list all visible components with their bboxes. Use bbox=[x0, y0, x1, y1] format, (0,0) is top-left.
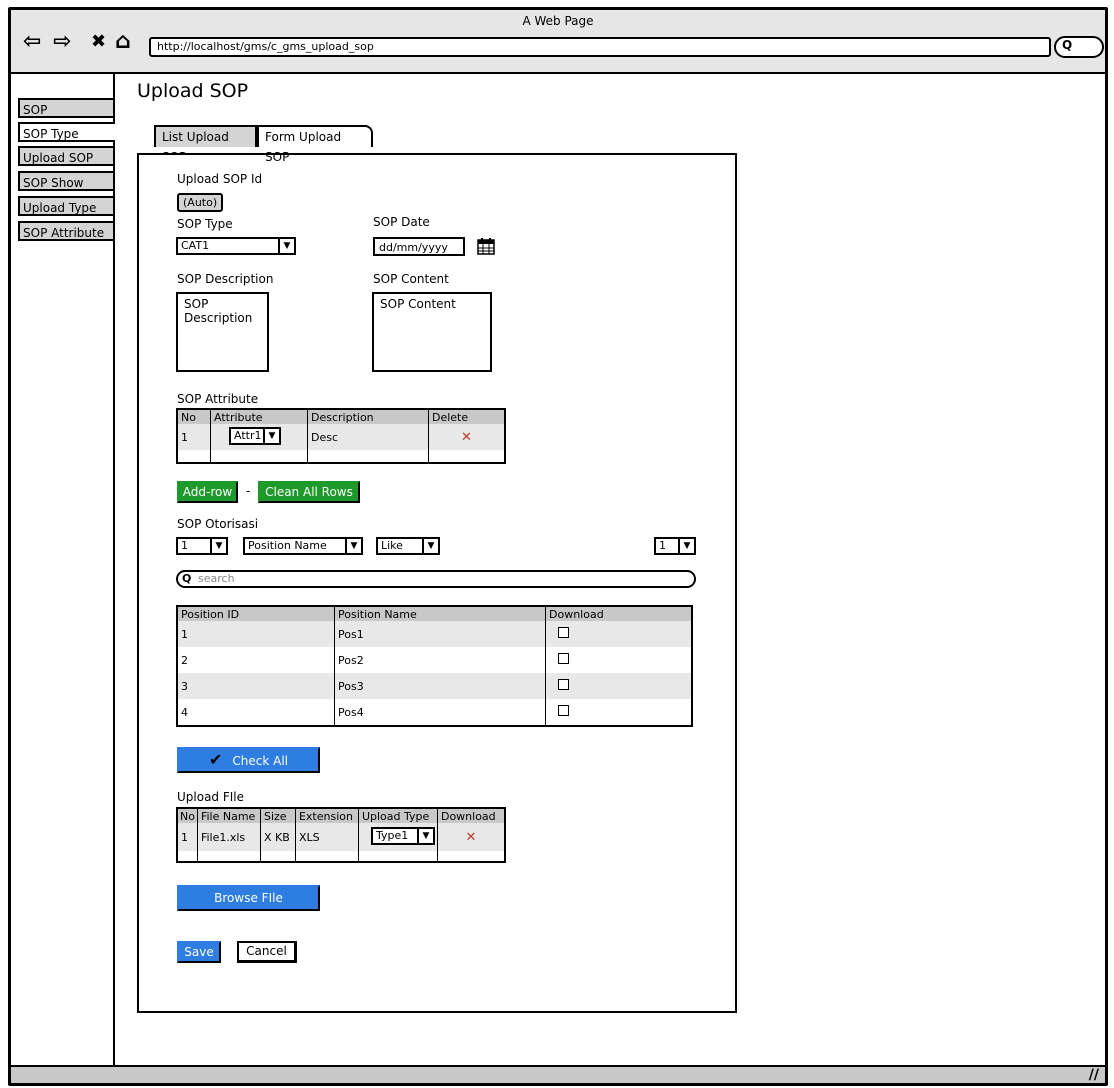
close-icon[interactable]: ✖ bbox=[91, 30, 106, 54]
page-select[interactable]: 1 ▼ bbox=[654, 537, 696, 555]
button-separator: - bbox=[246, 484, 251, 498]
sidebar-item-sop-type[interactable]: SOP Type bbox=[18, 122, 115, 142]
search-input[interactable]: Q search bbox=[176, 570, 696, 588]
column-header: No bbox=[177, 409, 211, 424]
page-content: SOP Categories SOP Type Upload SOP SOP S… bbox=[11, 74, 1105, 1067]
browse-file-button[interactable]: Browse FIle bbox=[177, 885, 320, 911]
check-all-button[interactable]: ✔ Check All bbox=[177, 747, 320, 773]
tab-form-upload-sop[interactable]: Form Upload SOP bbox=[257, 125, 373, 164]
otorisasi-filter-select[interactable]: 1 ▼ bbox=[176, 537, 228, 555]
chevron-down-icon: ▼ bbox=[345, 539, 361, 553]
browser-search[interactable]: Q bbox=[1054, 36, 1104, 58]
chevron-down-icon: ▼ bbox=[422, 539, 438, 553]
upload-sop-id-value: (Auto) bbox=[177, 193, 224, 212]
browser-window: A Web Page ⇦ ⇨ ✖ ⌂ http://localhost/gms/… bbox=[8, 7, 1108, 1086]
sidebar-item-upload-type[interactable]: Upload Type bbox=[18, 196, 113, 216]
table-row: 2 Pos2 bbox=[177, 647, 693, 673]
cancel-button[interactable]: Cancel bbox=[237, 941, 297, 963]
column-header: Download bbox=[545, 606, 693, 621]
add-row-button[interactable]: Add-row bbox=[177, 481, 238, 503]
sidebar-item-sop-categories[interactable]: SOP Categories bbox=[18, 98, 113, 137]
table-row: 1 File1.xls X KB XLS Type1 ▼ ✕ bbox=[177, 823, 506, 851]
table-row: 1 Pos1 bbox=[177, 621, 693, 647]
back-icon[interactable]: ⇦ bbox=[23, 30, 41, 54]
sidebar-divider bbox=[113, 74, 115, 1067]
save-button[interactable]: Save bbox=[177, 941, 221, 963]
column-header: Delete bbox=[428, 409, 506, 424]
delete-icon[interactable]: ✕ bbox=[461, 430, 472, 445]
column-header: Position Name bbox=[334, 606, 546, 621]
calendar-icon[interactable] bbox=[477, 237, 495, 255]
chevron-down-icon: ▼ bbox=[278, 239, 294, 253]
position-table: Position ID Position Name Download 1 Pos… bbox=[176, 605, 693, 727]
otorisasi-field-select[interactable]: Position Name ▼ bbox=[243, 537, 363, 555]
sop-attribute-label: SOP Attribute bbox=[177, 392, 259, 406]
column-header: Size bbox=[260, 808, 296, 823]
download-checkbox[interactable] bbox=[558, 679, 569, 690]
column-header: Description bbox=[307, 409, 429, 424]
resize-grip-icon[interactable]: // bbox=[1089, 1067, 1099, 1083]
sop-description-field[interactable]: SOP Description bbox=[176, 292, 269, 372]
column-header: Download bbox=[437, 808, 506, 823]
delete-icon[interactable]: ✕ bbox=[466, 830, 477, 845]
column-header: Upload Type bbox=[358, 808, 438, 823]
checkmark-icon: ✔ bbox=[208, 750, 223, 769]
upload-file-label: Upload FIle bbox=[177, 790, 245, 804]
sidebar-item-sop-attribute[interactable]: SOP Attribute bbox=[18, 221, 113, 241]
download-checkbox[interactable] bbox=[558, 705, 569, 716]
sop-content-field[interactable]: SOP Content bbox=[372, 292, 492, 372]
table-row: 4 Pos4 bbox=[177, 699, 693, 726]
download-checkbox[interactable] bbox=[558, 627, 569, 638]
home-icon[interactable]: ⌂ bbox=[115, 30, 131, 54]
column-header: Attribute bbox=[210, 409, 308, 424]
attribute-select[interactable]: Attr1 ▼ bbox=[229, 427, 281, 445]
sop-type-select[interactable]: CAT1 ▼ bbox=[176, 237, 296, 255]
column-header: Position ID bbox=[177, 606, 335, 621]
window-title: A Web Page bbox=[522, 14, 594, 28]
sop-content-label: SOP Content bbox=[373, 272, 449, 286]
status-bar: // bbox=[11, 1065, 1105, 1083]
chevron-down-icon: ▼ bbox=[416, 829, 433, 843]
chevron-down-icon: ▼ bbox=[678, 539, 694, 553]
chevron-down-icon: ▼ bbox=[210, 539, 226, 553]
form-panel: Upload SOP Id (Auto) SOP Type CAT1 ▼ SOP… bbox=[137, 153, 737, 1013]
sop-description-label: SOP Description bbox=[177, 272, 274, 286]
upload-sop-id-label: Upload SOP Id bbox=[177, 172, 263, 186]
column-header: Extension bbox=[295, 808, 359, 823]
upload-file-table: No File Name Size Extension Upload Type … bbox=[176, 807, 506, 863]
sop-attribute-table: No Attribute Description Delete 1 Attr1 … bbox=[176, 408, 506, 464]
sidebar-item-upload-sop[interactable]: Upload SOP bbox=[18, 146, 113, 166]
otorisasi-operator-select[interactable]: Like ▼ bbox=[376, 537, 440, 555]
page-title: Upload SOP bbox=[137, 80, 249, 102]
table-row: 1 Attr1 ▼ Desc ✕ bbox=[177, 424, 506, 450]
chevron-down-icon: ▼ bbox=[263, 429, 279, 443]
download-checkbox[interactable] bbox=[558, 653, 569, 664]
column-header: No bbox=[177, 808, 198, 823]
sop-date-label: SOP Date bbox=[373, 215, 430, 229]
sop-type-label: SOP Type bbox=[177, 217, 233, 231]
forward-icon[interactable]: ⇨ bbox=[53, 30, 71, 54]
search-icon: Q bbox=[182, 572, 192, 585]
sidebar-item-sop-show[interactable]: SOP Show bbox=[18, 171, 113, 191]
tab-list-upload-sop[interactable]: List Upload SOP bbox=[154, 125, 257, 164]
table-row: 3 Pos3 bbox=[177, 673, 693, 699]
upload-type-select[interactable]: Type1 ▼ bbox=[370, 827, 435, 845]
sop-date-field[interactable]: dd/mm/yyyy bbox=[373, 237, 465, 256]
address-bar[interactable]: http://localhost/gms/c_gms_upload_sop bbox=[149, 37, 1051, 57]
column-header: File Name bbox=[197, 808, 261, 823]
clean-all-rows-button[interactable]: Clean All Rows bbox=[258, 481, 360, 503]
search-icon: Q bbox=[1062, 38, 1073, 52]
sop-otorisasi-label: SOP Otorisasi bbox=[177, 517, 259, 531]
